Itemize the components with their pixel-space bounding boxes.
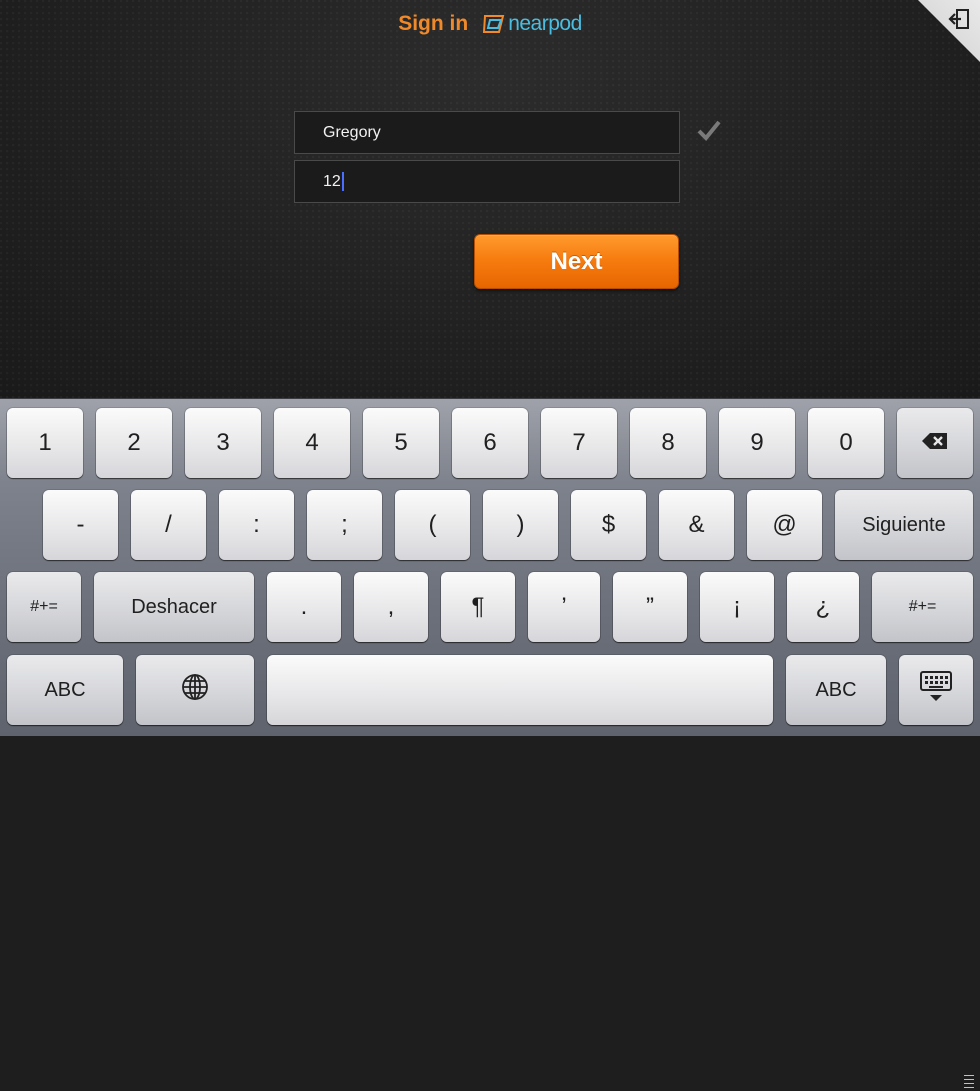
key-0[interactable]: 0: [808, 408, 884, 478]
hide-keyboard-key[interactable]: [899, 655, 973, 725]
globe-key[interactable]: [136, 655, 254, 725]
key-8[interactable]: 8: [630, 408, 706, 478]
exit-icon: [948, 8, 970, 35]
name-field[interactable]: Gregory: [294, 111, 680, 154]
key-6[interactable]: 6: [452, 408, 528, 478]
keyboard-grip: [964, 1075, 974, 1091]
key-comma[interactable]: ,: [354, 572, 428, 642]
text-caret: [341, 172, 344, 192]
pin-field[interactable]: 12: [294, 160, 680, 203]
on-screen-keyboard: 1 2 3 4 5 6 7 8 9 0 - / : ; ( ) $ & @ Si…: [0, 398, 980, 1088]
checkmark-icon: [697, 119, 721, 146]
key-3[interactable]: 3: [185, 408, 261, 478]
key-period[interactable]: .: [267, 572, 341, 642]
key-1[interactable]: 1: [7, 408, 83, 478]
space-key[interactable]: [267, 655, 773, 725]
nearpod-logo: nearpod: [482, 12, 582, 36]
key-2[interactable]: 2: [96, 408, 172, 478]
pin-value: 12: [323, 173, 341, 190]
key-7[interactable]: 7: [541, 408, 617, 478]
key-5[interactable]: 5: [363, 408, 439, 478]
brand-name: nearpod: [508, 12, 582, 35]
backspace-icon: [921, 429, 949, 457]
page-title: Sign in: [398, 12, 469, 35]
header: Sign in nearpod: [0, 12, 980, 36]
symbols-key-right[interactable]: #+=: [872, 572, 973, 642]
key-dash[interactable]: -: [43, 490, 118, 560]
key-inverted-question[interactable]: ¿: [787, 572, 859, 642]
sign-in-screen: Sign in nearpod Gregory 12 Next: [0, 0, 980, 400]
key-ampersand[interactable]: &: [659, 490, 734, 560]
key-open-paren[interactable]: (: [395, 490, 470, 560]
key-semicolon[interactable]: ;: [307, 490, 382, 560]
key-quote[interactable]: ”: [613, 572, 687, 642]
siguiente-key[interactable]: Siguiente: [835, 490, 973, 560]
next-button[interactable]: Next: [474, 234, 679, 289]
undo-key[interactable]: Deshacer: [94, 572, 254, 642]
key-at[interactable]: @: [747, 490, 822, 560]
key-dollar[interactable]: $: [571, 490, 646, 560]
key-inverted-exclamation[interactable]: ¡: [700, 572, 774, 642]
key-4[interactable]: 4: [274, 408, 350, 478]
abc-key-right[interactable]: ABC: [786, 655, 886, 725]
keyboard-hide-icon: [919, 670, 953, 710]
key-close-paren[interactable]: ): [483, 490, 558, 560]
key-colon[interactable]: :: [219, 490, 294, 560]
key-slash[interactable]: /: [131, 490, 206, 560]
backspace-key[interactable]: [897, 408, 973, 478]
key-9[interactable]: 9: [719, 408, 795, 478]
symbols-key-left[interactable]: #+=: [7, 572, 81, 642]
nearpod-logo-icon: [483, 15, 505, 33]
abc-key-left[interactable]: ABC: [7, 655, 123, 725]
key-pilcrow[interactable]: ¶: [441, 572, 515, 642]
globe-icon: [181, 673, 209, 708]
key-apostrophe[interactable]: ’: [528, 572, 600, 642]
name-value: Gregory: [323, 124, 381, 141]
